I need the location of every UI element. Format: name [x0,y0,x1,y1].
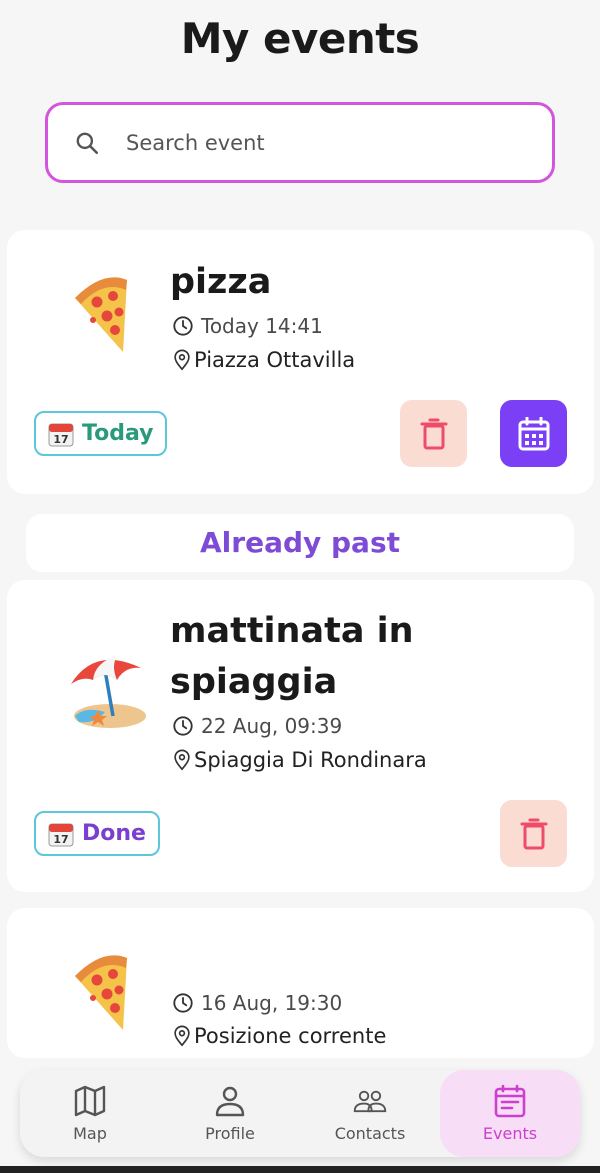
page-title: My events [180,14,420,63]
event-time-text: Today 14:41 [201,314,323,338]
pizza-icon [75,277,127,352]
event-location: Spiaggia Di Rondinara [170,748,427,772]
nav-item-label: Contacts [334,1124,406,1143]
delete-button[interactable] [500,800,567,867]
calendar-emoji-icon: 17 [48,423,74,446]
status-badge: 17 Today [34,411,168,456]
pizza-icon [75,955,127,1030]
svg-text:17: 17 [53,433,68,446]
clock-icon [173,993,193,1013]
map-icon [74,1085,106,1117]
calendar-icon [518,416,549,450]
event-time: 22 Aug, 09:39 [170,714,342,738]
event-card[interactable]: 16 Aug, 19:30 Posizione corrente [7,908,594,1058]
event-time-text: 16 Aug, 19:30 [201,991,343,1015]
svg-text:17: 17 [53,833,68,846]
status-badge-label: Done [82,821,146,846]
status-badge-label: Today [82,421,154,446]
bottom-navigation: Map Profile Contacts Events [20,1070,580,1157]
clock-icon [173,316,193,336]
nav-item-contacts[interactable]: Contacts [300,1070,440,1157]
search-bar[interactable] [45,102,555,183]
nav-item-label: Profile [205,1124,255,1143]
system-bottom-bar [0,1166,600,1173]
past-events-header: Already past [26,514,574,572]
search-input[interactable] [126,130,506,155]
event-location: Posizione corrente [170,1024,386,1048]
event-time-text: 22 Aug, 09:39 [201,714,343,738]
event-location-text: Spiaggia Di Rondinara [194,748,427,772]
event-location: Piazza Ottavilla [170,348,355,372]
search-icon [76,132,99,154]
trash-icon [420,418,447,449]
event-location-text: Piazza Ottavilla [194,348,356,372]
users-icon [353,1090,387,1113]
event-card[interactable]: pizza Today 14:41 Piazza Ottavilla 17 To… [7,230,594,494]
event-time: Today 14:41 [170,314,323,338]
event-title: mattinata in spiaggia [170,611,414,702]
nav-item-events[interactable]: Events [440,1070,580,1157]
status-badge: 17 Done [34,811,160,856]
delete-button[interactable] [400,400,467,467]
event-time: 16 Aug, 19:30 [170,991,342,1015]
calendar-emoji-icon: 17 [48,823,74,846]
clock-icon [173,716,193,736]
location-pin-icon [174,349,190,371]
event-card[interactable]: mattinata in spiaggia 22 Aug, 09:39 Spia… [7,580,594,892]
nav-item-label: Map [73,1124,107,1143]
location-pin-icon [174,1025,190,1047]
user-icon [215,1086,245,1117]
location-pin-icon [174,749,190,771]
event-location-text: Posizione corrente [194,1024,387,1048]
calendar-list-icon [494,1084,526,1118]
beach-umbrella-icon [71,656,146,728]
trash-icon [520,818,547,849]
nav-item-profile[interactable]: Profile [160,1070,300,1157]
add-to-calendar-button[interactable] [500,400,567,467]
nav-item-label: Events [482,1124,538,1143]
event-title: pizza [170,262,272,302]
nav-item-map[interactable]: Map [20,1070,160,1157]
